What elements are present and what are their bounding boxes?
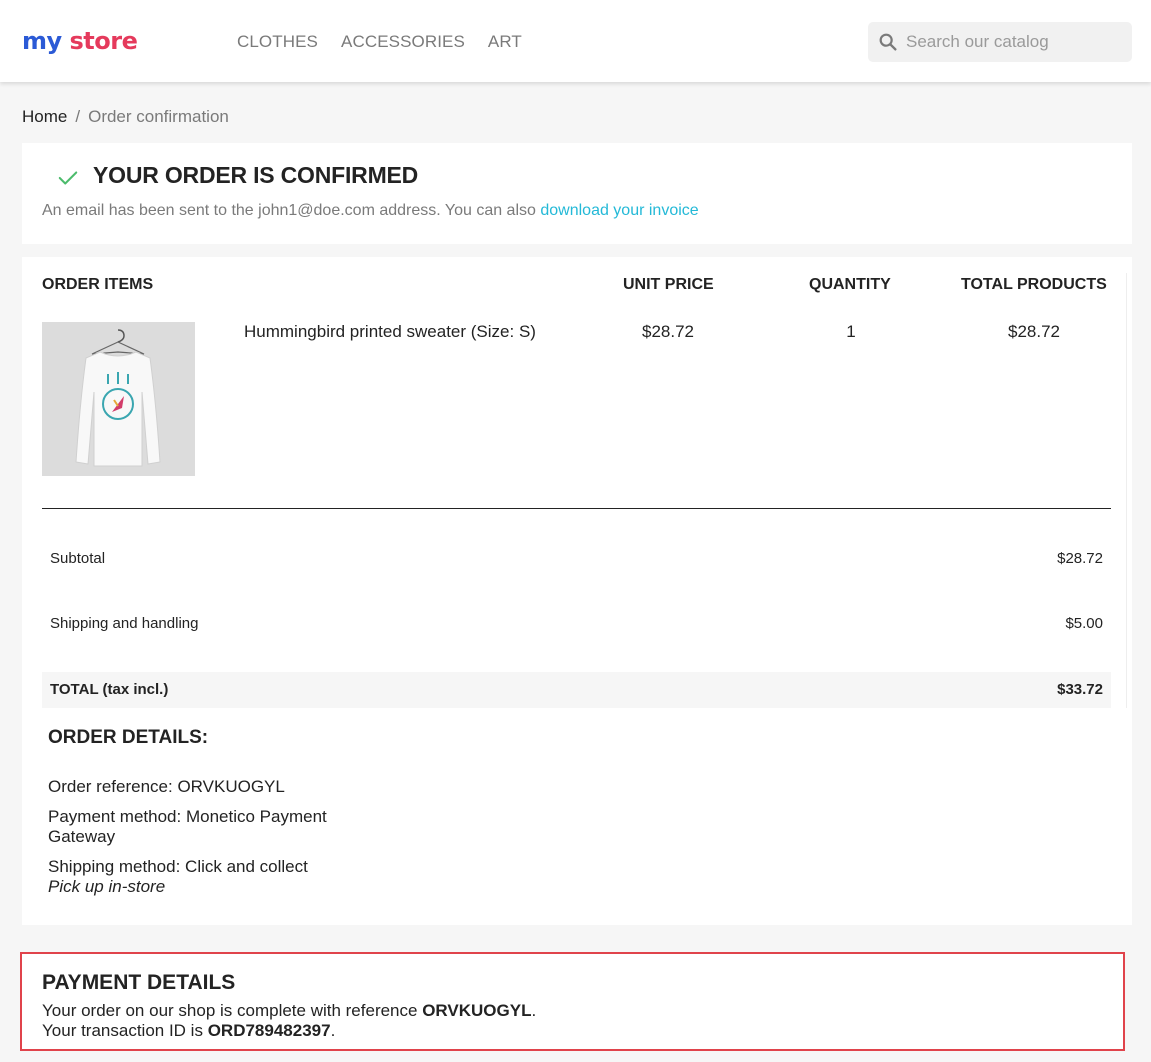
breadcrumb-home-link[interactable]: Home bbox=[22, 107, 67, 126]
transaction-id-line: Your transaction ID is ORD789482397. bbox=[42, 1021, 335, 1041]
subtotal-value: $28.72 bbox=[1057, 550, 1103, 567]
payment-details-title: PAYMENT DETAILS bbox=[42, 971, 236, 994]
search-icon[interactable] bbox=[877, 31, 899, 53]
items-divider bbox=[42, 508, 1111, 509]
order-reference: Order reference: ORVKUOGYL bbox=[48, 777, 285, 796]
shipping-row: Shipping and handling $5.00 bbox=[42, 606, 1111, 642]
shipping-method-note: Pick up in-store bbox=[48, 877, 166, 896]
product-total: $28.72 bbox=[1008, 322, 1060, 341]
header-unit-price: UNIT PRICE bbox=[623, 276, 714, 293]
product-quantity: 1 bbox=[846, 322, 856, 341]
transaction-id-value: ORD789482397 bbox=[207, 1021, 331, 1040]
payment-reference-line: Your order on our shop is complete with … bbox=[42, 1001, 536, 1021]
payment-reference-prefix: Your order on our shop is complete with … bbox=[42, 1001, 423, 1020]
payment-method: Payment method: Monetico Payment Gateway bbox=[48, 807, 327, 846]
search-input[interactable] bbox=[906, 22, 1126, 62]
confirmation-message: An email has been sent to the john1@doe.… bbox=[42, 201, 699, 221]
payment-details-card: PAYMENT DETAILS Your order on our shop i… bbox=[20, 952, 1125, 1051]
header-order-items: ORDER ITEMS bbox=[42, 276, 154, 293]
order-confirmation-card: YOUR ORDER IS CONFIRMED An email has bee… bbox=[22, 143, 1132, 244]
check-icon bbox=[58, 171, 78, 185]
logo-text-store: store bbox=[69, 27, 138, 55]
shipping-value: $5.00 bbox=[1065, 615, 1103, 632]
total-label: TOTAL (tax incl.) bbox=[50, 681, 169, 698]
header-quantity: QUANTITY bbox=[809, 276, 891, 293]
nav-item-accessories[interactable]: ACCESSORIES bbox=[341, 31, 465, 53]
product-name: Hummingbird printed sweater (Size: S) bbox=[244, 322, 536, 341]
breadcrumb-separator: / bbox=[75, 107, 81, 126]
order-details-title: ORDER DETAILS: bbox=[48, 727, 209, 748]
logo-text-my: my bbox=[22, 27, 62, 55]
site-header: my store CLOTHES ACCESSORIES ART bbox=[0, 0, 1151, 82]
breadcrumb: Home / Order confirmation bbox=[22, 107, 229, 127]
main-nav: CLOTHES ACCESSORIES ART bbox=[237, 31, 522, 53]
shipping-method-name: Shipping method: Click and collect bbox=[48, 857, 308, 876]
product-image[interactable] bbox=[42, 322, 195, 476]
card-border bbox=[1126, 273, 1127, 708]
shipping-method: Shipping method: Click and collect Pick … bbox=[48, 857, 348, 897]
product-unit-price: $28.72 bbox=[642, 322, 694, 341]
order-items-card: ORDER ITEMS UNIT PRICE QUANTITY TOTAL PR… bbox=[22, 257, 1132, 925]
subtotal-label: Subtotal bbox=[50, 550, 106, 567]
transaction-id-suffix: . bbox=[330, 1021, 336, 1040]
nav-item-clothes[interactable]: CLOTHES bbox=[237, 31, 318, 53]
transaction-id-prefix: Your transaction ID is bbox=[42, 1021, 208, 1040]
confirmation-email-text: An email has been sent to the john1@doe.… bbox=[42, 202, 541, 219]
subtotal-row: Subtotal $28.72 bbox=[42, 541, 1111, 577]
payment-reference-suffix: . bbox=[531, 1001, 537, 1020]
payment-reference-value: ORVKUOGYL bbox=[422, 1001, 532, 1020]
store-logo[interactable]: my store bbox=[22, 26, 138, 56]
nav-item-art[interactable]: ART bbox=[488, 31, 522, 53]
total-value: $33.72 bbox=[1057, 681, 1103, 698]
shipping-label: Shipping and handling bbox=[50, 615, 199, 632]
search-box bbox=[868, 22, 1132, 62]
header-total-products: TOTAL PRODUCTS bbox=[961, 276, 1107, 293]
breadcrumb-current: Order confirmation bbox=[88, 107, 229, 126]
sweater-illustration bbox=[42, 322, 195, 476]
total-row: TOTAL (tax incl.) $33.72 bbox=[42, 672, 1111, 708]
confirmation-title: YOUR ORDER IS CONFIRMED bbox=[93, 162, 419, 188]
download-invoice-link[interactable]: download your invoice bbox=[540, 202, 698, 219]
